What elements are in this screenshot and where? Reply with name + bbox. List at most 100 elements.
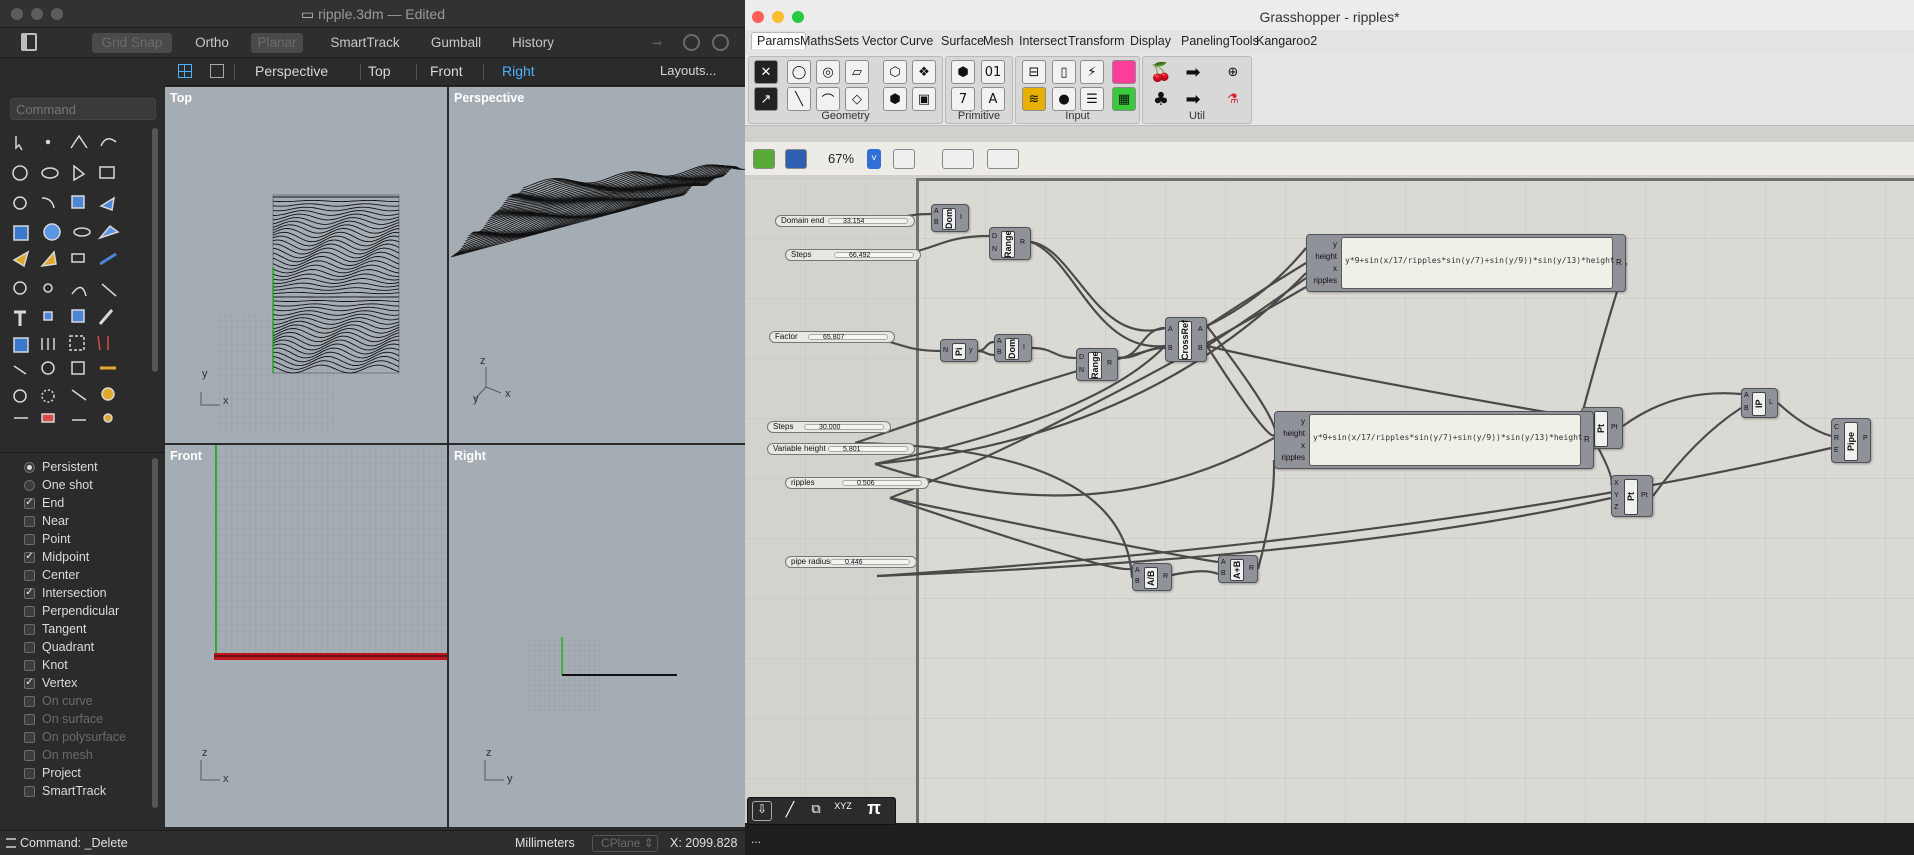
viewport-perspective[interactable]: Perspective z y x [449, 87, 746, 443]
command-history-icon[interactable] [6, 838, 16, 848]
osnap-end[interactable]: ✓ End [24, 495, 64, 511]
rectangle-param-icon[interactable]: ▣ [912, 87, 936, 111]
gh-tab-curve[interactable]: Curve [900, 34, 933, 48]
grid-snap-toggle[interactable]: Grid Snap [92, 33, 172, 53]
checkbox[interactable] [24, 767, 35, 779]
checkbox[interactable] [24, 695, 35, 707]
toggle-param-icon[interactable]: ▯ [1052, 60, 1076, 84]
slider-factor[interactable]: Factor 65.807 [769, 331, 895, 343]
range-component[interactable]: D N Range R [989, 227, 1031, 260]
single-view-layout-icon[interactable] [210, 64, 224, 78]
osnap-tangent[interactable]: Tangent [24, 621, 86, 637]
tree-icon[interactable]: ♣ [1149, 87, 1173, 111]
brep-param-icon[interactable]: ⬡ [883, 60, 907, 84]
arrow-right-icon[interactable]: ➡ [1181, 60, 1205, 84]
gh-tab-params[interactable]: Params [751, 32, 807, 49]
graph-param-icon[interactable]: ⚡ [1080, 60, 1104, 84]
osnap-near[interactable]: Near [24, 513, 69, 529]
slider-steps[interactable]: Steps 30.000 [767, 421, 891, 433]
gh-canvas[interactable]: Domain end 33.154 Steps 66.492 Factor 65.807 S… [745, 178, 1914, 823]
gh-tab-surface[interactable]: Surface [941, 34, 984, 48]
slider-domain-end[interactable]: Domain end 33.154 [775, 215, 915, 227]
osnap-scrollbar[interactable] [152, 458, 158, 808]
osnap-smarttrack[interactable]: SmartTrack [24, 783, 106, 799]
save-file-icon[interactable] [785, 149, 807, 169]
matrix-param-icon[interactable]: ▦ [1112, 87, 1136, 111]
gumball-toggle[interactable]: Gumball [428, 33, 484, 53]
checkbox[interactable]: ✓ [24, 677, 35, 689]
slider-track[interactable]: 0.446 [830, 559, 910, 566]
checkbox[interactable]: ✓ [24, 497, 35, 509]
slider-track[interactable]: 65.807 [808, 334, 888, 341]
button-param-icon[interactable]: ● [1052, 87, 1076, 111]
xyz-icon[interactable]: XYZ [832, 801, 854, 821]
four-view-layout-icon[interactable] [178, 64, 192, 78]
gradient-param-icon[interactable]: ≋ [1022, 87, 1046, 111]
tab-top[interactable]: Top [368, 63, 391, 79]
slider-track[interactable]: 33.154 [828, 218, 908, 225]
point-param-icon[interactable]: ↗ [754, 87, 778, 111]
gh-tab-sets[interactable]: Sets [834, 34, 859, 48]
osnap-project[interactable]: Project [24, 765, 81, 781]
record-icon[interactable]: ⊸ [652, 36, 668, 50]
gh-tab-maths[interactable]: Maths [800, 34, 834, 48]
slider-pipe-radius[interactable]: pipe radius 0.446 [785, 556, 917, 568]
checkbox[interactable] [24, 641, 35, 653]
slider-param-icon[interactable]: ⊟ [1022, 60, 1046, 84]
tab-right[interactable]: Right [502, 63, 535, 79]
checkbox[interactable] [24, 605, 35, 617]
mesh-param-icon[interactable]: ❖ [912, 60, 936, 84]
viewport-front[interactable]: Front z x [165, 445, 447, 827]
pipe-component[interactable]: C R E Pipe P [1831, 418, 1871, 463]
sketch-pen-icon[interactable] [987, 149, 1019, 169]
checkbox[interactable]: ✓ [24, 587, 35, 599]
osnap-quadrant[interactable]: Quadrant [24, 639, 94, 655]
crossref-component[interactable]: A B CrossRef A B [1165, 317, 1207, 362]
osnap-perpendicular[interactable]: Perpendicular [24, 603, 119, 619]
checkbox[interactable]: ✓ [24, 551, 35, 563]
expression-component[interactable]: y height x ripples y*9+sin(x/17/ripples*sin… [1306, 234, 1626, 292]
number-param2-icon[interactable]: 7 [951, 87, 975, 111]
integer-param-icon[interactable]: ⬢ [951, 60, 975, 84]
checkbox[interactable] [24, 515, 35, 527]
slider-variable-height[interactable]: Variable height 5.801 [767, 443, 915, 455]
expression-formula[interactable]: y*9+sin(x/17/ripples*sin(y/7)+sin(y/9))*… [1341, 237, 1615, 289]
plane-param-icon[interactable]: ◇ [845, 87, 869, 111]
slider-track[interactable]: 30.000 [804, 424, 884, 431]
osnap-oneshot-radio[interactable]: One shot [24, 477, 93, 493]
line-param-icon[interactable]: ╲ [787, 87, 811, 111]
planar-toggle[interactable]: Planar [251, 33, 303, 53]
expression-component-2[interactable]: y height x ripples y*9+sin(x/17/ripples*sin… [1274, 411, 1594, 469]
checkbox[interactable] [24, 749, 35, 761]
circle-param-icon[interactable]: ◯ [787, 60, 811, 84]
checkbox[interactable] [24, 713, 35, 725]
expression-formula[interactable]: y*9+sin(x/17/ripples*sin(y/7)+sin(y/9))*… [1309, 414, 1583, 466]
text-param-icon[interactable]: A [981, 87, 1005, 111]
cplane-dropdown[interactable]: CPlane ⇕ [592, 835, 658, 852]
units-label[interactable]: Millimeters [515, 836, 575, 850]
range-component-2[interactable]: D N Range R [1076, 348, 1118, 381]
list-param-icon[interactable]: ☰ [1080, 87, 1104, 111]
slider-track[interactable]: 0.506 [842, 480, 922, 487]
sidebar-toggle-icon[interactable] [21, 33, 37, 51]
checkbox[interactable] [24, 569, 35, 581]
slider-steps[interactable]: Steps 66.492 [785, 249, 921, 261]
surface-param-icon[interactable]: ▱ [845, 60, 869, 84]
gh-tab-kangaroo2[interactable]: Kangaroo2 [1256, 34, 1317, 48]
gear-icon[interactable] [683, 34, 700, 51]
color-swatch-icon[interactable] [1112, 60, 1136, 84]
open-file-icon[interactable] [753, 149, 775, 169]
checkbox[interactable] [24, 731, 35, 743]
osnap-intersection[interactable]: ✓ Intersection [24, 585, 107, 601]
viewport-top[interactable]: Top y x [165, 87, 447, 443]
pen-icon[interactable]: ╱ [780, 801, 800, 821]
zoom-extents-icon[interactable] [893, 149, 915, 169]
viewport-right[interactable]: Right z y [449, 445, 746, 827]
osnap-persistent-radio[interactable]: Persistent [24, 459, 98, 475]
tool-icons[interactable] [4, 128, 154, 448]
preview-eye-icon[interactable] [942, 149, 974, 169]
pi-icon[interactable]: π [862, 798, 886, 822]
domain-component-2[interactable]: A B Dom I [994, 334, 1032, 362]
history-toggle[interactable]: History [508, 33, 558, 53]
flask-icon[interactable]: ⚗ [1221, 87, 1245, 111]
